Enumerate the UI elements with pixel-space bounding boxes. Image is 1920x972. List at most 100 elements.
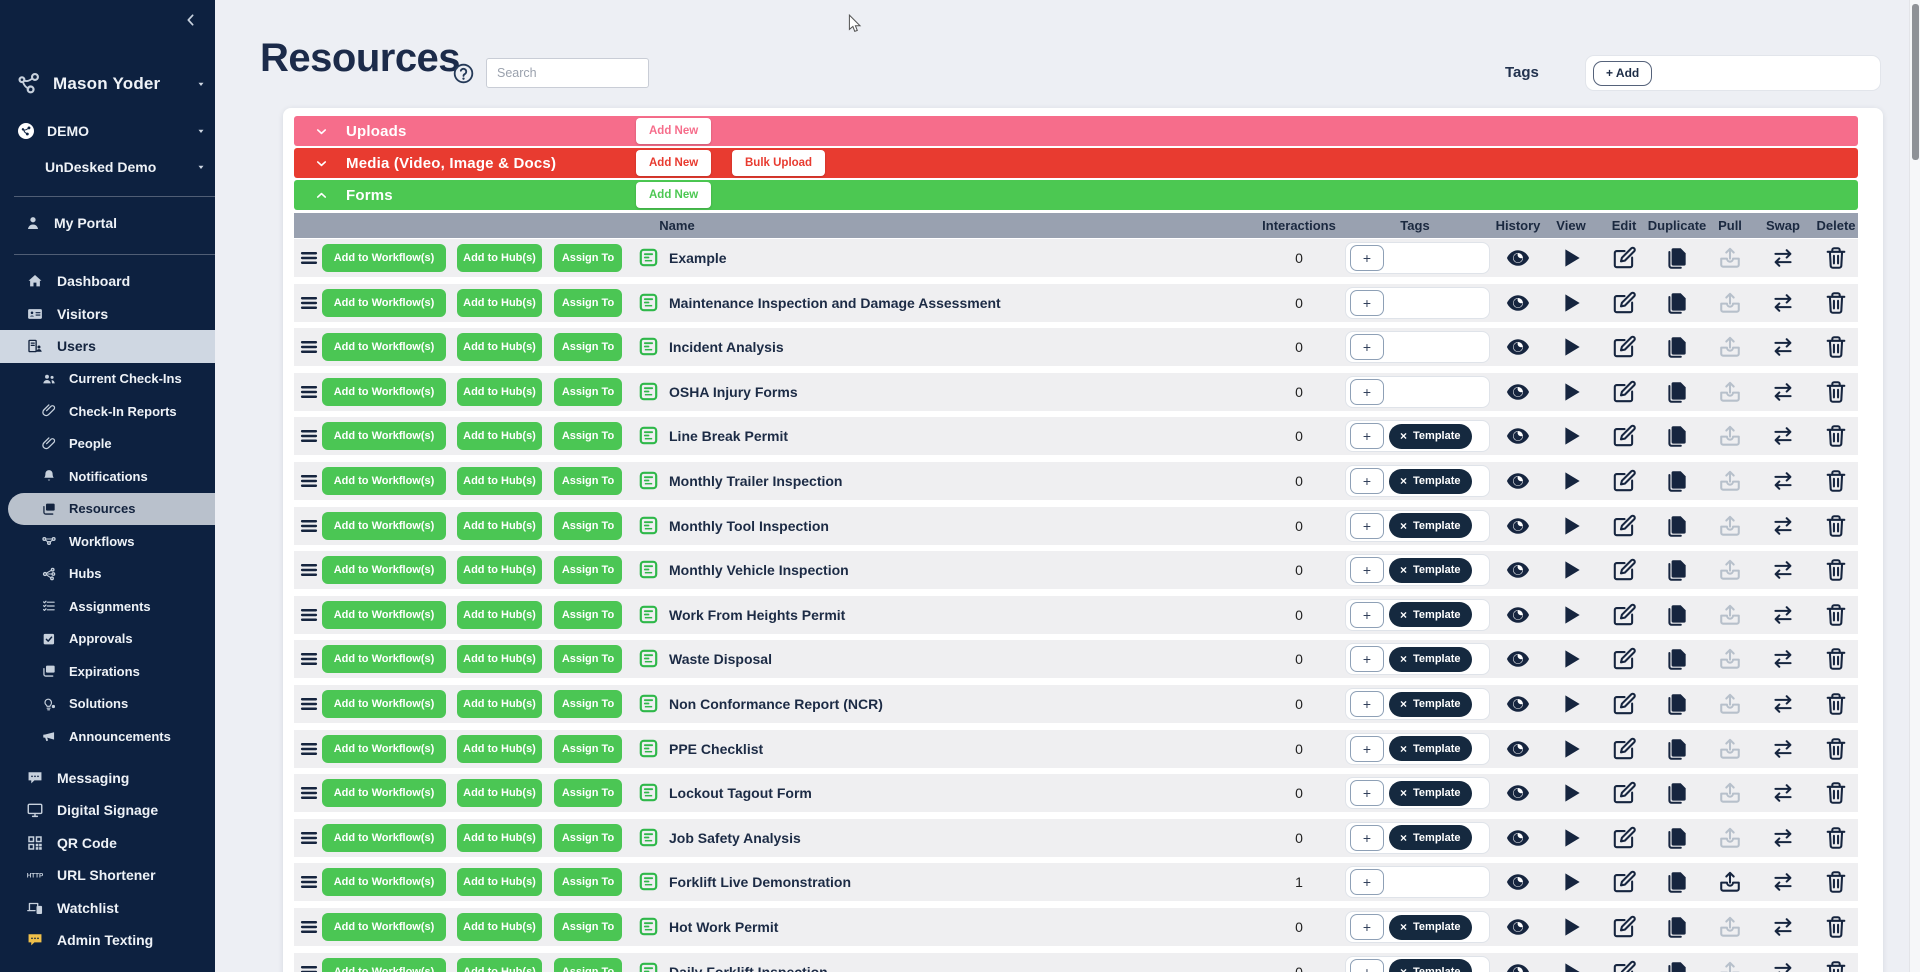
- duplicate-icon[interactable]: [1664, 825, 1690, 851]
- assign-to-button[interactable]: Assign To: [554, 779, 622, 807]
- add-tag-button[interactable]: +: [1350, 557, 1384, 583]
- duplicate-icon[interactable]: [1664, 780, 1690, 806]
- assign-to-button[interactable]: Assign To: [554, 378, 622, 406]
- view-icon[interactable]: [1558, 691, 1584, 717]
- sidebar-item-admin-texting[interactable]: Admin Texting: [0, 924, 215, 957]
- swap-icon[interactable]: [1770, 468, 1796, 494]
- remove-tag-icon[interactable]: ×: [1400, 965, 1407, 972]
- duplicate-icon[interactable]: [1664, 290, 1690, 316]
- pull-icon[interactable]: [1717, 513, 1743, 539]
- swap-icon[interactable]: [1770, 290, 1796, 316]
- add-tag-button[interactable]: +: [1350, 423, 1384, 449]
- add-tag-button[interactable]: +: [1350, 825, 1384, 851]
- remove-tag-icon[interactable]: ×: [1400, 474, 1407, 488]
- add-to-hub-s-button[interactable]: Add to Hub(s): [457, 378, 542, 406]
- assign-to-button[interactable]: Assign To: [554, 422, 622, 450]
- history-icon[interactable]: [1505, 557, 1531, 583]
- drag-handle-icon[interactable]: [298, 871, 320, 893]
- delete-icon[interactable]: [1823, 513, 1849, 539]
- pull-icon[interactable]: [1717, 646, 1743, 672]
- history-icon[interactable]: [1505, 602, 1531, 628]
- pull-icon[interactable]: [1717, 379, 1743, 405]
- add-tag-button[interactable]: +: [1350, 602, 1384, 628]
- duplicate-icon[interactable]: [1664, 557, 1690, 583]
- assign-to-button[interactable]: Assign To: [554, 289, 622, 317]
- pull-icon[interactable]: [1717, 914, 1743, 940]
- drag-handle-icon[interactable]: [298, 738, 320, 760]
- assign-to-button[interactable]: Assign To: [554, 913, 622, 941]
- tag-badge-template[interactable]: ×Template: [1389, 602, 1472, 627]
- add-to-hub-s-button[interactable]: Add to Hub(s): [457, 735, 542, 763]
- add-tag-button[interactable]: +: [1350, 245, 1384, 271]
- edit-icon[interactable]: [1611, 736, 1637, 762]
- history-icon[interactable]: [1505, 825, 1531, 851]
- assign-to-button[interactable]: Assign To: [554, 244, 622, 272]
- edit-icon[interactable]: [1611, 468, 1637, 494]
- sidebar-item-url-shortener[interactable]: HTTPURL Shortener: [0, 859, 215, 892]
- view-icon[interactable]: [1558, 736, 1584, 762]
- bulk-upload-button[interactable]: Bulk Upload: [732, 150, 825, 176]
- scrollbar[interactable]: [1909, 0, 1920, 972]
- drag-handle-icon[interactable]: [298, 782, 320, 804]
- swap-icon[interactable]: [1770, 557, 1796, 583]
- delete-icon[interactable]: [1823, 423, 1849, 449]
- pull-icon[interactable]: [1717, 423, 1743, 449]
- swap-icon[interactable]: [1770, 914, 1796, 940]
- view-icon[interactable]: [1558, 825, 1584, 851]
- tag-badge-template[interactable]: ×Template: [1389, 736, 1472, 761]
- edit-icon[interactable]: [1611, 869, 1637, 895]
- delete-icon[interactable]: [1823, 602, 1849, 628]
- sidebar-item-people[interactable]: People: [0, 428, 215, 461]
- remove-tag-icon[interactable]: ×: [1400, 519, 1407, 533]
- duplicate-icon[interactable]: [1664, 959, 1690, 972]
- tag-badge-template[interactable]: ×Template: [1389, 647, 1472, 672]
- duplicate-icon[interactable]: [1664, 691, 1690, 717]
- swap-icon[interactable]: [1770, 646, 1796, 672]
- sidebar-item-notifications[interactable]: Notifications: [0, 460, 215, 493]
- history-icon[interactable]: [1505, 513, 1531, 539]
- drag-handle-icon[interactable]: [298, 515, 320, 537]
- tag-badge-template[interactable]: ×Template: [1389, 692, 1472, 717]
- add-to-hub-s-button[interactable]: Add to Hub(s): [457, 512, 542, 540]
- add-to-workflow-s-button[interactable]: Add to Workflow(s): [322, 868, 446, 896]
- delete-icon[interactable]: [1823, 780, 1849, 806]
- add-tag-button[interactable]: +: [1350, 691, 1384, 717]
- delete-icon[interactable]: [1823, 736, 1849, 762]
- add-tag-button[interactable]: +: [1350, 959, 1384, 972]
- delete-icon[interactable]: [1823, 825, 1849, 851]
- drag-handle-icon[interactable]: [298, 559, 320, 581]
- add-to-hub-s-button[interactable]: Add to Hub(s): [457, 556, 542, 584]
- delete-icon[interactable]: [1823, 468, 1849, 494]
- duplicate-icon[interactable]: [1664, 914, 1690, 940]
- duplicate-icon[interactable]: [1664, 468, 1690, 494]
- add-tag-button[interactable]: +: [1350, 513, 1384, 539]
- delete-icon[interactable]: [1823, 379, 1849, 405]
- sidebar-item-expirations[interactable]: Expirations: [0, 655, 215, 688]
- remove-tag-icon[interactable]: ×: [1400, 920, 1407, 934]
- duplicate-icon[interactable]: [1664, 869, 1690, 895]
- drag-handle-icon[interactable]: [298, 336, 320, 358]
- history-icon[interactable]: [1505, 736, 1531, 762]
- chevron-down-icon[interactable]: [314, 124, 329, 139]
- delete-icon[interactable]: [1823, 334, 1849, 360]
- edit-icon[interactable]: [1611, 379, 1637, 405]
- assign-to-button[interactable]: Assign To: [554, 556, 622, 584]
- add-to-hub-s-button[interactable]: Add to Hub(s): [457, 289, 542, 317]
- pull-icon[interactable]: [1717, 290, 1743, 316]
- swap-icon[interactable]: [1770, 602, 1796, 628]
- add-tag-button[interactable]: +: [1350, 736, 1384, 762]
- sidebar-item-assignments[interactable]: Assignments: [0, 590, 215, 623]
- swap-icon[interactable]: [1770, 245, 1796, 271]
- sidebar-item-messaging[interactable]: Messaging: [0, 762, 215, 795]
- assign-to-button[interactable]: Assign To: [554, 467, 622, 495]
- history-icon[interactable]: [1505, 646, 1531, 672]
- add-to-workflow-s-button[interactable]: Add to Workflow(s): [322, 556, 446, 584]
- sidebar-item-hubs[interactable]: Hubs: [0, 558, 215, 591]
- remove-tag-icon[interactable]: ×: [1400, 563, 1407, 577]
- drag-handle-icon[interactable]: [298, 247, 320, 269]
- add-to-workflow-s-button[interactable]: Add to Workflow(s): [322, 467, 446, 495]
- add-to-workflow-s-button[interactable]: Add to Workflow(s): [322, 422, 446, 450]
- org-menu[interactable]: DEMO: [0, 116, 215, 146]
- add-to-hub-s-button[interactable]: Add to Hub(s): [457, 645, 542, 673]
- delete-icon[interactable]: [1823, 290, 1849, 316]
